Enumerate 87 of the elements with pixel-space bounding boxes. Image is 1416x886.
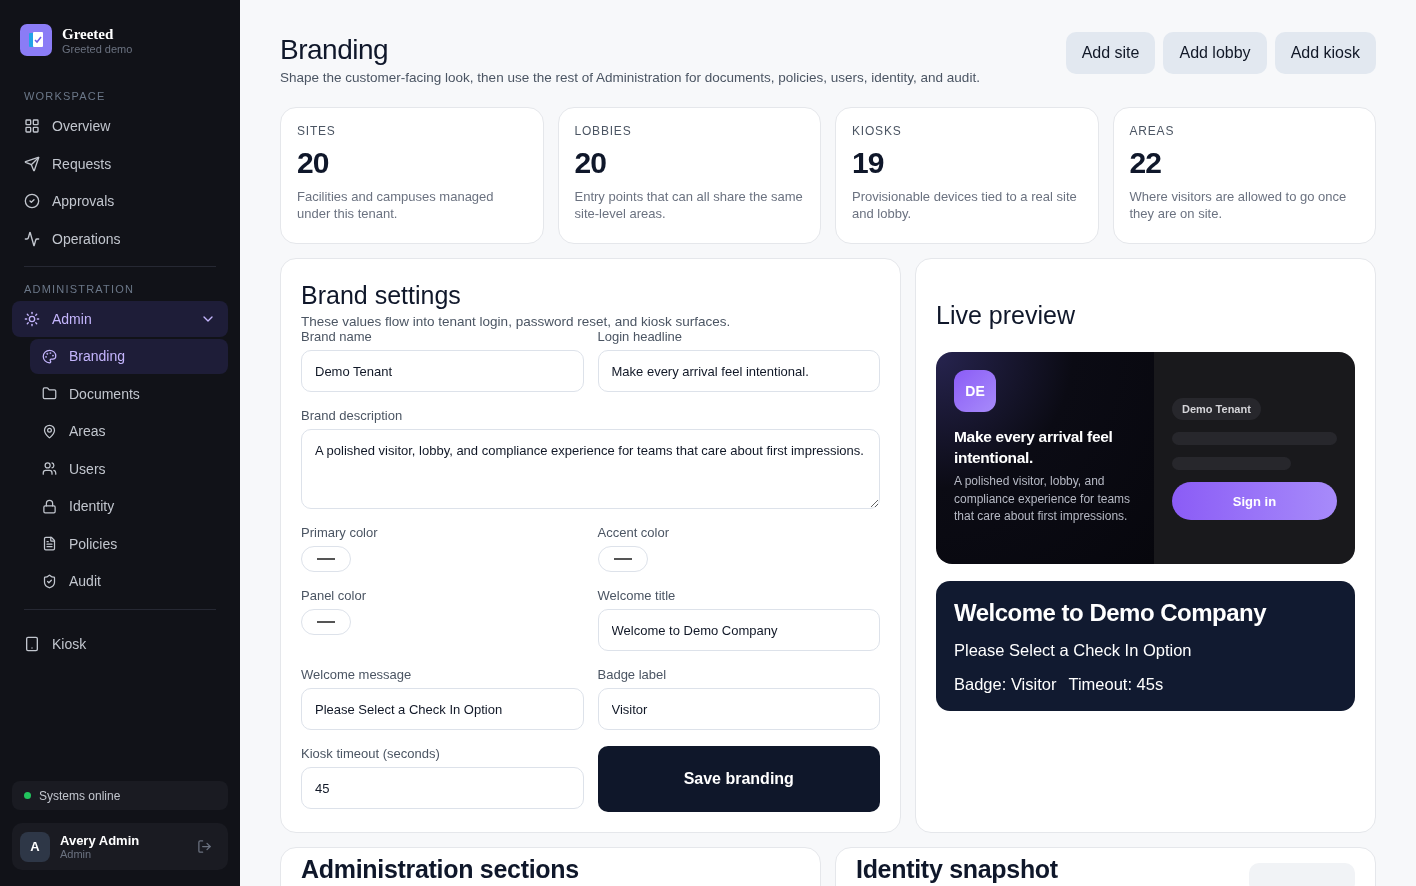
field-label: Panel color (301, 588, 368, 603)
nav-item[interactable]: Audit (30, 563, 228, 599)
lock-icon (42, 498, 57, 514)
stat-description: Facilities and campuses managed under this tenant. (297, 188, 495, 222)
stat-label: SITES (297, 124, 337, 138)
stat-label: LOBBIES (574, 124, 633, 138)
brand-subtitle: Greeted demo (62, 42, 133, 55)
logout-icon[interactable] (197, 839, 212, 854)
stat-value: 22 (1129, 146, 1162, 180)
pulse-icon (24, 230, 40, 247)
card-title: Live preview (936, 301, 1076, 330)
field-label: Primary color (301, 525, 379, 540)
page-title: Branding (280, 34, 390, 66)
sun-icon (24, 311, 40, 327)
card-title: Administration sections (301, 855, 579, 884)
stat-value: 19 (852, 146, 885, 180)
user-role: Admin (60, 848, 93, 860)
nav-item[interactable]: Branding (30, 338, 228, 374)
color-picker[interactable] (301, 546, 351, 572)
section-heading: WORKSPACE (23, 90, 107, 102)
document-icon (42, 536, 57, 551)
monogram: DE (954, 370, 996, 412)
field-label: Brand description (301, 408, 404, 423)
field-label: Login headline (597, 329, 684, 344)
description-field[interactable]: A polished visitor, lobby, and compliance experience for teams that care about first impressions. (301, 429, 880, 509)
card-title: Brand settings (301, 281, 462, 310)
stat-description: Entry points that can all share the same site-level areas. (574, 188, 804, 222)
field-label: Welcome message (301, 667, 413, 682)
kiosk-message: Please Select a Check In Option (954, 641, 1193, 660)
nav-item[interactable]: Identity (30, 488, 228, 524)
page-subtitle: Shape the customer-facing look, then use the rest of Administration for documents, policies, users, identity, and audit. (280, 70, 980, 85)
folder-icon (42, 386, 57, 401)
nav-item[interactable]: Operations (12, 220, 228, 257)
color-picker[interactable] (597, 546, 648, 572)
login-description: A polished visitor, lobby, and compliance experience for teams that care about first impressions. (954, 473, 1132, 525)
user-name: Avery Admin (60, 833, 141, 848)
stat-description: Where visitors are allowed to go once they are on site. (1129, 188, 1348, 222)
tenant-badge: Demo Tenant (1172, 398, 1261, 420)
text-field[interactable]: Demo Tenant (301, 350, 584, 392)
nav-item[interactable]: Admin (12, 301, 228, 337)
field-label: Accent color (597, 525, 671, 540)
section-heading: ADMINISTRATION (23, 283, 136, 295)
kiosk-title: Welcome to Demo Company (954, 599, 1268, 627)
users-icon (42, 461, 57, 476)
text-field[interactable]: Visitor (597, 688, 880, 730)
login-headline: Make every arrival feel intentional. (954, 427, 1114, 468)
nav-item[interactable]: Areas (30, 413, 228, 449)
add-button[interactable]: Add site (1065, 32, 1156, 74)
badge-text: Badge: Visitor (954, 675, 1057, 694)
add-button[interactable]: Add kiosk (1274, 32, 1376, 74)
text-field[interactable]: 45 (301, 767, 584, 809)
field-label: Welcome title (597, 588, 677, 603)
nav-item[interactable]: Policies (30, 526, 228, 561)
nav-item[interactable]: Approvals (12, 183, 228, 219)
palette-icon (42, 348, 57, 364)
stat-label: AREAS (1129, 124, 1176, 138)
status-text: Systems online (39, 788, 121, 803)
nav-item[interactable]: Requests (12, 145, 228, 182)
stat-value: 20 (297, 146, 330, 180)
field-label: Kiosk timeout (seconds) (301, 746, 441, 761)
brand-name: Greeted (62, 25, 115, 43)
card-description: These values flow into tenant login, password reset, and kiosk surfaces. (301, 314, 732, 329)
avatar: A (20, 831, 50, 862)
color-picker[interactable] (301, 609, 351, 635)
save-button[interactable]: Save branding (597, 746, 880, 812)
field-label: Badge label (597, 667, 668, 682)
stat-description: Provisionable devices tied to a real site and lobby. (852, 188, 1078, 222)
text-field[interactable]: Welcome to Demo Company (597, 609, 880, 651)
text-field[interactable]: Make every arrival feel intentional. (597, 350, 880, 392)
shield-check-icon (42, 573, 57, 589)
nav-item[interactable]: Kiosk (12, 626, 228, 662)
text-field[interactable]: Please Select a Check In Option (301, 688, 584, 730)
nav-item[interactable]: Overview (12, 108, 228, 144)
send-icon (24, 155, 40, 172)
field-label: Brand name (301, 329, 373, 344)
tablet-icon (24, 636, 40, 652)
check-circle-icon (24, 193, 40, 209)
stat-label: KIOSKS (852, 124, 903, 138)
grid-icon (24, 118, 40, 134)
nav-item[interactable]: Users (30, 451, 228, 486)
card-title: Identity snapshot (856, 855, 1058, 884)
map-pin-icon (42, 423, 57, 439)
nav-item[interactable]: Documents (30, 376, 228, 411)
stat-value: 20 (574, 146, 607, 180)
kiosk-timeout: Timeout: 45s (1068, 675, 1164, 694)
add-button[interactable]: Add lobby (1163, 32, 1267, 74)
logo-icon (20, 24, 52, 56)
